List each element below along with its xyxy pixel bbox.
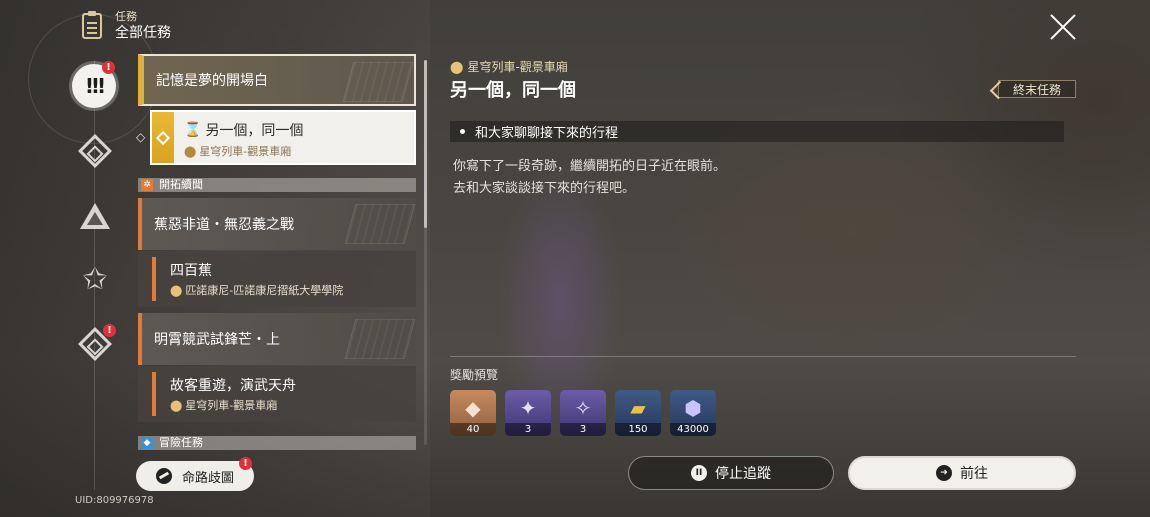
- sub-quest-item[interactable]: 四百蕉 ⬤ 匹諾康尼-匹諾康尼摺紙大學學院: [138, 251, 416, 307]
- category-all-quests[interactable]: !!! !: [72, 61, 116, 108]
- description-line: 你寫下了一段奇跡，繼續開拓的日子近在眼前。: [453, 159, 727, 174]
- notification-badge: !: [239, 457, 252, 470]
- reward-count: 3: [560, 423, 606, 436]
- quest-item[interactable]: 蕉惡非道・無忍義之戰: [138, 198, 416, 250]
- gold-strip: [152, 112, 174, 163]
- gold-ticket-icon: ▰: [630, 396, 646, 420]
- description-line: 去和大家談談接下來的行程吧。: [453, 181, 636, 196]
- reward-item[interactable]: ◆ 40: [450, 390, 496, 436]
- hourglass-icon: ⌛: [184, 122, 202, 138]
- quest-item[interactable]: 明霄競武試鋒芒・上: [138, 313, 416, 365]
- pathway-map-button[interactable]: 命路歧圖 !: [136, 457, 254, 491]
- category-companion[interactable]: [76, 197, 114, 235]
- trailblaze-section-icon: ✲: [141, 179, 153, 191]
- location-pin-icon: ⬤: [450, 60, 464, 74]
- map-button-label: 命路歧圖: [181, 470, 234, 486]
- quest-description: 你寫下了一段奇跡，繼續開拓的日子近在眼前。 去和大家談談接下來的行程吧。: [453, 156, 726, 200]
- quest-location: 星穹列車-觀景車廂: [199, 145, 292, 158]
- credit-icon: ⬢: [684, 396, 702, 420]
- quest-title: 蕉惡非道・無忍義之戰: [154, 217, 294, 233]
- divider: [450, 356, 1076, 357]
- quest-decoration: [344, 204, 416, 244]
- location-pin-icon: ⬤: [184, 145, 197, 158]
- go-button[interactable]: ➜ 前往: [848, 456, 1076, 490]
- quest-decoration: [342, 62, 414, 102]
- reward-item[interactable]: ▰ 150: [615, 390, 661, 436]
- close-icon[interactable]: [1048, 12, 1078, 42]
- adventure-section-icon: ◆: [141, 437, 153, 449]
- quest-type-badge: 終末任務: [998, 80, 1076, 98]
- notification-badge: !: [103, 324, 116, 337]
- category-trailblaze[interactable]: [76, 132, 114, 170]
- reward-item[interactable]: ⬢ 43000: [670, 390, 716, 436]
- selection-arrow-icon: ◇: [136, 130, 146, 144]
- quest-decoration: [344, 319, 416, 359]
- pause-icon: II: [691, 465, 707, 481]
- objective-text: 和大家聊聊接下來的行程: [475, 126, 619, 141]
- quest-objective: 和大家聊聊接下來的行程: [450, 121, 1064, 142]
- star-icon: ✩: [82, 262, 108, 297]
- quest-title: 記憶是夢的開場白: [156, 73, 268, 89]
- stop-tracking-label: 停止追蹤: [715, 466, 771, 482]
- quest-title: 明霄競武試鋒芒・上: [154, 332, 280, 348]
- map-icon: [155, 468, 172, 484]
- detail-quest-title: 另一個，同一個: [450, 80, 576, 101]
- reward-item[interactable]: ✧ 3: [560, 390, 606, 436]
- quest-item-selected[interactable]: ⌛ 另一個，同一個 ⬤ 星穹列車-觀景車廂: [150, 110, 416, 165]
- section-header-trailblaze: ✲ 開拓續聞: [138, 178, 416, 192]
- sub-quest-location: 星穹列車-觀景車廂: [185, 399, 278, 412]
- sub-quest-location: 匹諾康尼-匹諾康尼摺紙大學學院: [185, 284, 344, 297]
- diamond-icon: [78, 134, 112, 168]
- stop-tracking-button[interactable]: II 停止追蹤: [628, 456, 834, 490]
- go-button-label: 前往: [960, 466, 988, 482]
- detail-location: ⬤ 星穹列車-觀景車廂: [450, 58, 568, 75]
- reward-count: 150: [615, 423, 661, 436]
- category-adventure[interactable]: ✩: [76, 261, 114, 299]
- reward-count: 3: [505, 423, 551, 436]
- category-daily[interactable]: !: [76, 324, 116, 363]
- scrollbar-thumb[interactable]: [424, 60, 427, 228]
- rewards-row: ◆ 40 ✦ 3 ✧ 3 ▰ 150 ⬢ 43000: [450, 390, 716, 436]
- bullet-icon: [460, 129, 465, 134]
- quest-type-label: 終末任務: [1012, 82, 1061, 97]
- purple-material-icon: ✦: [519, 396, 537, 420]
- reward-item[interactable]: ✦ 3: [505, 390, 551, 436]
- section-title: 冒險任務: [159, 436, 203, 449]
- reward-count: 43000: [670, 423, 716, 436]
- crystal-icon: ◆: [465, 396, 481, 420]
- section-title: 開拓續聞: [159, 178, 203, 191]
- sub-quest-bar: [152, 257, 156, 301]
- reward-count: 40: [450, 423, 496, 436]
- arrow-right-icon: ➜: [936, 465, 952, 481]
- quest-item-main[interactable]: 記憶是夢的開場白: [138, 54, 416, 106]
- location-pin-icon: ⬤: [170, 284, 183, 297]
- quest-title: 另一個，同一個: [205, 123, 304, 139]
- sub-quest-title: 四百蕉: [170, 263, 212, 279]
- location-pin-icon: ⬤: [170, 399, 183, 412]
- triangle-icon: [80, 203, 110, 229]
- uid-label: UID:809976978: [75, 495, 154, 506]
- section-header-adventure: ◆ 冒險任務: [138, 436, 416, 450]
- exclamation-icon: !!!: [84, 74, 106, 98]
- notification-badge: !: [102, 61, 115, 74]
- sub-quest-bar: [152, 372, 156, 416]
- detail-location-text: 星穹列車-觀景車廂: [467, 60, 568, 74]
- diamond-icon: [155, 130, 171, 145]
- purple-material-icon: ✧: [574, 396, 592, 420]
- sub-quest-item[interactable]: 故客重遊，演武天舟 ⬤ 星穹列車-觀景車廂: [138, 366, 416, 422]
- sub-quest-title: 故客重遊，演武天舟: [170, 378, 296, 394]
- rewards-label: 獎勵預覽: [450, 368, 499, 382]
